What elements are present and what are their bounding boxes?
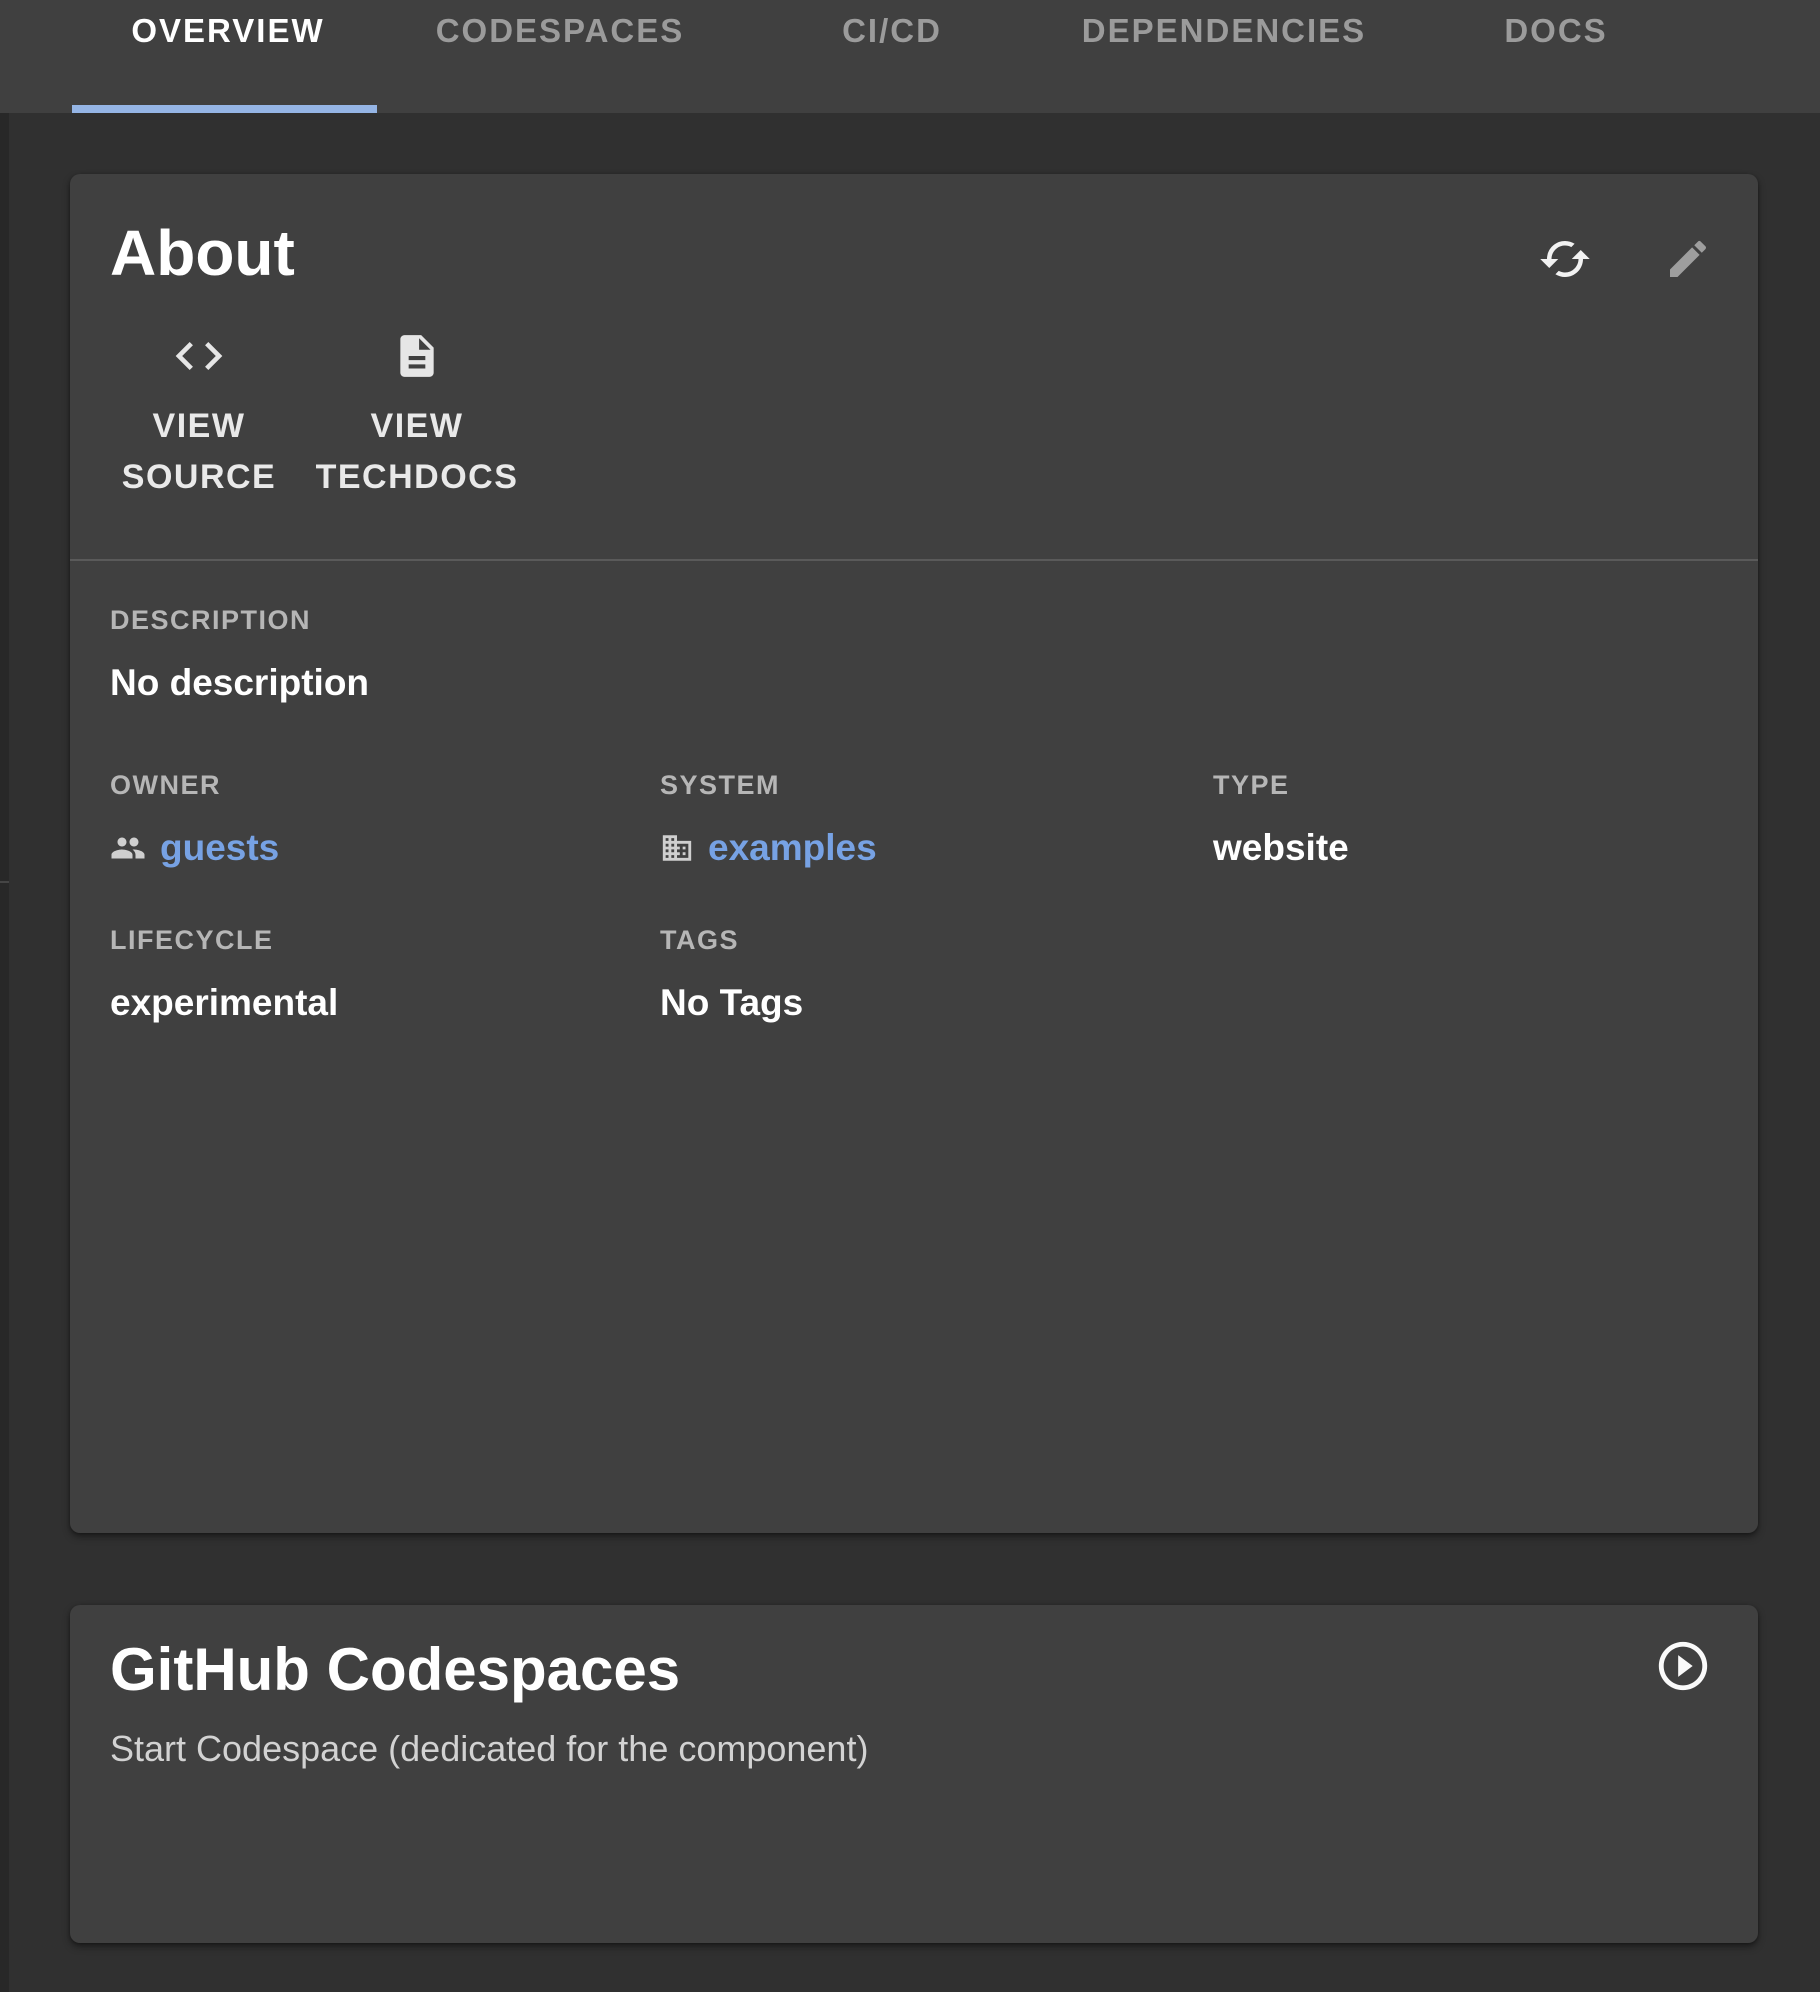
techdocs-icon bbox=[392, 327, 442, 385]
about-fields-grid: OWNER guests SYSTEM examples bbox=[110, 770, 1718, 1024]
type-label: TYPE bbox=[1213, 770, 1718, 801]
system-link[interactable]: examples bbox=[708, 827, 877, 869]
system-label: SYSTEM bbox=[660, 770, 1213, 801]
view-techdocs-label: VIEW TECHDOCS bbox=[308, 401, 526, 503]
view-source-label: VIEW SOURCE bbox=[90, 401, 308, 503]
active-tab-indicator bbox=[72, 105, 377, 113]
gutter-divider bbox=[0, 881, 9, 883]
field-type: TYPE website bbox=[1213, 770, 1718, 869]
tabs-list: OVERVIEW CODESPACES CI/CD DEPENDENCIES D… bbox=[0, 0, 1820, 113]
tags-label: TAGS bbox=[660, 925, 1213, 956]
tab-docs[interactable]: DOCS bbox=[1390, 0, 1722, 62]
lifecycle-label: LIFECYCLE bbox=[110, 925, 660, 956]
code-icon bbox=[171, 327, 227, 385]
about-card: About VIEW SOURCE VIEW T bbox=[70, 174, 1758, 1533]
field-lifecycle: LIFECYCLE experimental bbox=[110, 925, 660, 1024]
field-description: DESCRIPTION No description bbox=[110, 605, 1718, 704]
field-system: SYSTEM examples bbox=[660, 770, 1213, 869]
about-title: About bbox=[110, 220, 1718, 287]
refresh-icon bbox=[1538, 232, 1592, 286]
owner-link[interactable]: guests bbox=[160, 827, 279, 869]
entity-tab-bar: OVERVIEW CODESPACES CI/CD DEPENDENCIES D… bbox=[0, 0, 1820, 113]
lifecycle-value: experimental bbox=[110, 982, 660, 1024]
system-icon bbox=[660, 831, 694, 865]
about-fields: DESCRIPTION No description OWNER guests … bbox=[70, 561, 1758, 1024]
description-value: No description bbox=[110, 662, 1718, 704]
owner-label: OWNER bbox=[110, 770, 660, 801]
codespaces-title: GitHub Codespaces bbox=[110, 1635, 1718, 1704]
refresh-entity-button[interactable] bbox=[1538, 232, 1592, 286]
tab-overview[interactable]: OVERVIEW bbox=[62, 0, 394, 62]
group-icon bbox=[110, 830, 146, 866]
codespaces-card-header: GitHub Codespaces Start Codespace (dedic… bbox=[70, 1605, 1758, 1770]
about-card-actions bbox=[1538, 232, 1712, 286]
tab-codespaces[interactable]: CODESPACES bbox=[394, 0, 726, 62]
tab-ci-cd[interactable]: CI/CD bbox=[726, 0, 1058, 62]
codespaces-subtitle: Start Codespace (dedicated for the compo… bbox=[110, 1728, 1718, 1770]
edit-icon bbox=[1664, 235, 1712, 283]
type-value: website bbox=[1213, 827, 1718, 869]
edit-entity-button[interactable] bbox=[1664, 235, 1712, 283]
about-links-row: VIEW SOURCE VIEW TECHDOCS bbox=[70, 287, 1758, 513]
description-label: DESCRIPTION bbox=[110, 605, 1718, 636]
field-owner: OWNER guests bbox=[110, 770, 660, 869]
about-card-header: About bbox=[70, 174, 1758, 287]
view-techdocs-button[interactable]: VIEW TECHDOCS bbox=[308, 313, 526, 513]
view-source-button[interactable]: VIEW SOURCE bbox=[90, 313, 308, 513]
play-circle-icon bbox=[1654, 1637, 1712, 1695]
field-tags: TAGS No Tags bbox=[660, 925, 1213, 1024]
left-gutter bbox=[0, 113, 9, 1992]
tags-value: No Tags bbox=[660, 982, 1213, 1024]
start-codespace-button[interactable] bbox=[1654, 1637, 1712, 1695]
codespaces-card: GitHub Codespaces Start Codespace (dedic… bbox=[70, 1605, 1758, 1943]
tab-dependencies[interactable]: DEPENDENCIES bbox=[1058, 0, 1390, 62]
